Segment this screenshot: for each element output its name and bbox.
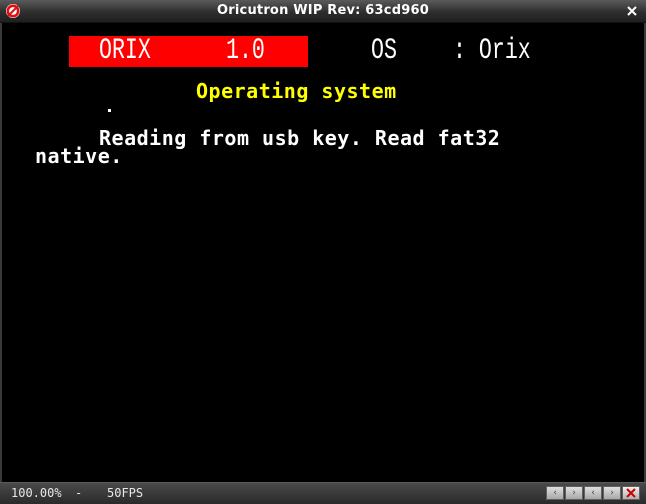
message-line-2: native.: [35, 144, 123, 168]
emulator-screen[interactable]: ORIX 1.0 OS : Orix Operating system Read…: [0, 23, 646, 482]
close-icon[interactable]: [626, 5, 638, 17]
message-line-1: Reading from usb key. Read fat32: [99, 126, 501, 150]
status-separator: -: [75, 486, 83, 500]
title-bar[interactable]: Oricutron WIP Rev: 63cd960: [0, 0, 646, 23]
status-bar: 100.00% - 50FPS ‹ › ‹ ›: [0, 482, 646, 504]
status-button-1-icon[interactable]: ‹: [546, 486, 564, 500]
fps-counter: 50FPS: [107, 486, 144, 500]
banner-version: 1.0: [226, 34, 265, 68]
status-close-icon[interactable]: [622, 486, 640, 500]
cursor-dot: [108, 109, 111, 112]
oricutron-window: Oricutron WIP Rev: 63cd960 ORIX 1.0 OS :…: [0, 0, 646, 504]
subtitle: Operating system: [196, 79, 397, 103]
status-button-2-icon[interactable]: ›: [565, 486, 583, 500]
banner-name: ORIX: [99, 34, 151, 68]
window-title: Oricutron WIP Rev: 63cd960: [217, 3, 429, 18]
red-x-icon: [626, 488, 636, 498]
os-label: OS: [371, 34, 397, 68]
os-name: : Orix: [453, 34, 531, 68]
status-button-4-icon[interactable]: ›: [603, 486, 621, 500]
status-buttons: ‹ › ‹ ›: [546, 486, 640, 500]
status-button-3-icon[interactable]: ‹: [584, 486, 602, 500]
zoom-level: 100.00%: [11, 486, 62, 500]
